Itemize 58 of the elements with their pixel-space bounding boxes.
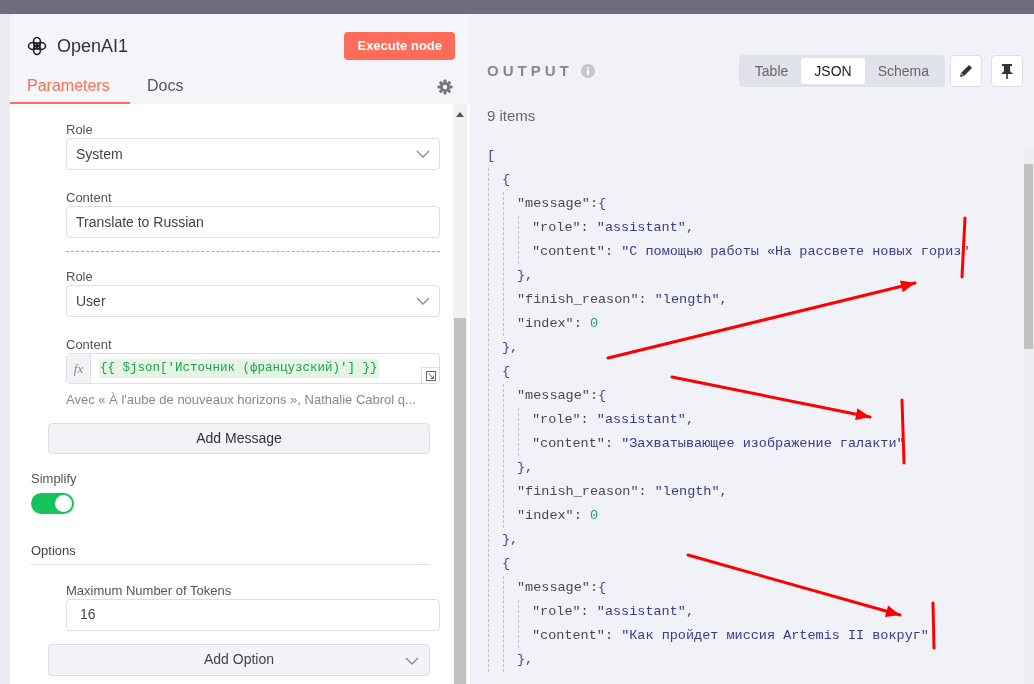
code-line: {: [502, 171, 512, 189]
pin-icon: [1000, 63, 1014, 79]
node-title: OpenAI1: [57, 34, 129, 58]
code-line: },: [502, 339, 520, 357]
code-line: "message":{: [517, 387, 608, 405]
code-line: "content": "Как пройдет миссия Artemis II вокруг": [532, 627, 930, 645]
field-label: Role: [66, 268, 94, 285]
toggle-switch[interactable]: [31, 492, 74, 514]
role-dropdown[interactable]: System: [66, 138, 440, 170]
add-option-dropdown[interactable]: Add Option: [48, 643, 430, 676]
knot-logo-icon: [27, 36, 47, 56]
code-line: },: [517, 267, 535, 285]
scroll-up-icon[interactable]: [456, 112, 464, 117]
chevron-down-icon: [405, 656, 419, 665]
code-line: "content": "Захватывающее изображение галакти": [532, 435, 906, 453]
output-title: OUTPUT: [487, 60, 573, 81]
view-tab[interactable]: Schema: [864, 58, 942, 84]
scrollbar[interactable]: [1023, 150, 1034, 684]
code-line: "message":{: [517, 195, 608, 213]
code-line: "finish_reason": "length",: [517, 291, 729, 309]
edit-button[interactable]: [950, 55, 982, 87]
code-line: "role": "assistant",: [532, 603, 696, 621]
field-label: Content: [66, 336, 113, 353]
field-label: Role: [66, 121, 94, 138]
expand-icon[interactable]: [421, 367, 439, 383]
code-line: "index": 0: [517, 507, 600, 525]
code-line: {: [502, 363, 512, 381]
code-line: },: [502, 531, 520, 549]
field-label: Simplify: [31, 469, 78, 487]
code-line: },: [517, 651, 535, 669]
pin-button[interactable]: [991, 55, 1023, 87]
view-tab[interactable]: JSON: [801, 58, 865, 84]
pencil-icon: [958, 63, 974, 79]
field-label: Maximum Number of Tokens: [66, 581, 233, 599]
code-line: {: [502, 555, 512, 573]
add-message-button[interactable]: Add Message: [48, 422, 430, 454]
code-line: [: [487, 147, 497, 165]
section-title: Options: [31, 542, 76, 558]
item-count: 9 items: [487, 106, 537, 125]
fx-label: fx: [67, 354, 91, 383]
scrollbar[interactable]: [453, 104, 467, 684]
tab[interactable]: Docs: [130, 70, 201, 104]
content-field[interactable]: Translate to Russian: [66, 206, 440, 238]
code-line: "role": "assistant",: [532, 411, 696, 429]
code-line: },: [517, 459, 535, 477]
role-dropdown[interactable]: User: [66, 285, 440, 317]
expression-text: {{ $json['Источник (французский)'] }}: [99, 359, 379, 378]
code-line: "index": 0: [517, 315, 600, 333]
view-tab[interactable]: Table: [741, 58, 802, 84]
code-line: "finish_reason": "length",: [517, 483, 729, 501]
code-line: "message":{: [517, 579, 608, 597]
number-field[interactable]: 16: [66, 598, 440, 631]
field-label: Content: [66, 189, 113, 206]
settings-icon[interactable]: [437, 79, 453, 95]
hint-text: Avec « À l'aube de nouveaux horizons », Nathalie Cabrol q...: [66, 391, 417, 409]
chevron-down-icon: [416, 297, 430, 305]
chevron-down-icon: [416, 150, 430, 158]
code-line: "role": "assistant",: [532, 219, 696, 237]
